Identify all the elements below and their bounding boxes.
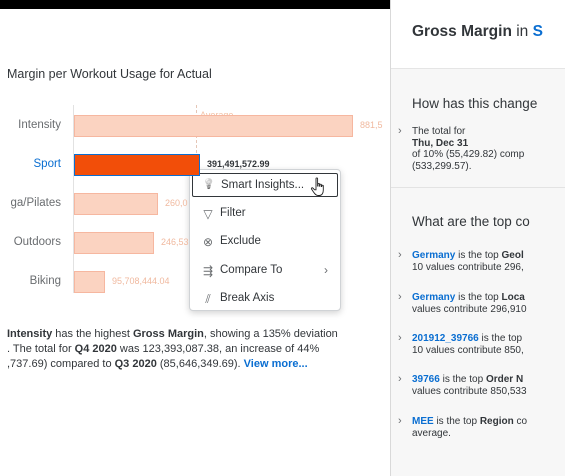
chevron-right-icon: ›	[398, 373, 402, 385]
panel-title: Gross Margin in S	[412, 23, 543, 40]
bar[interactable]	[74, 232, 154, 254]
top-contributors-question: What are the top co	[412, 214, 530, 229]
menu-item-break-axis[interactable]: ⫽ Break Axis	[192, 287, 338, 311]
menu-item-label: Smart Insights...	[221, 179, 305, 191]
bar[interactable]	[74, 271, 105, 293]
menu-item-label: Exclude	[220, 235, 261, 247]
value-label: 881,5	[360, 120, 383, 130]
panel-divider	[391, 187, 565, 188]
exclude-icon: ⊗	[202, 235, 214, 249]
category-label[interactable]: ga/Pilates	[0, 197, 61, 209]
lightbulb-icon: 💡	[202, 179, 216, 190]
chevron-right-icon: ›	[398, 291, 402, 303]
menu-item-label: Break Axis	[220, 292, 275, 304]
category-label[interactable]: Biking	[0, 275, 61, 287]
break-axis-icon: ⫽	[205, 292, 211, 306]
smart-insights-panel: Gross Margin in S How has this change › …	[390, 0, 565, 476]
value-label: 95,708,444.04	[112, 276, 170, 286]
hand-cursor-icon	[310, 177, 324, 196]
chevron-right-icon: ›	[398, 249, 402, 261]
bar[interactable]	[74, 115, 353, 137]
chart-title: Margin per Workout Usage for Actual	[7, 67, 212, 81]
chevron-right-icon: ›	[398, 332, 402, 344]
compare-icon: ⇶	[202, 263, 214, 278]
chevron-right-icon: ›	[324, 262, 328, 277]
summary-text: Intensity has the highest Gross Margin, …	[7, 328, 338, 370]
bar-selected[interactable]	[74, 154, 200, 176]
filter-icon: ▽	[203, 206, 213, 221]
panel-header: Gross Margin in S	[391, 0, 565, 69]
value-label: 260,0	[165, 198, 188, 208]
value-label: 246,53	[161, 237, 189, 247]
menu-item-label: Compare To	[220, 263, 283, 276]
menu-item-compare-to[interactable]: ⇶ Compare To ›	[192, 259, 338, 283]
change-question: How has this change	[412, 96, 538, 111]
chart-area: Margin per Workout Usage for Actual Aver…	[0, 9, 390, 476]
chevron-right-icon: ›	[398, 415, 402, 427]
view-more-link[interactable]: View more...	[244, 358, 308, 370]
value-label: 391,491,572.99	[207, 159, 270, 169]
category-label[interactable]: Outdoors	[0, 236, 61, 248]
chevron-right-icon: ›	[398, 125, 402, 137]
category-label[interactable]: Sport	[0, 158, 62, 170]
bar[interactable]	[74, 193, 158, 215]
menu-item-label: Filter	[220, 206, 246, 219]
category-label[interactable]: Intensity	[0, 119, 61, 131]
menu-item-exclude[interactable]: ⊗ Exclude	[192, 230, 338, 254]
menu-item-filter[interactable]: ▽ Filter	[192, 202, 338, 226]
